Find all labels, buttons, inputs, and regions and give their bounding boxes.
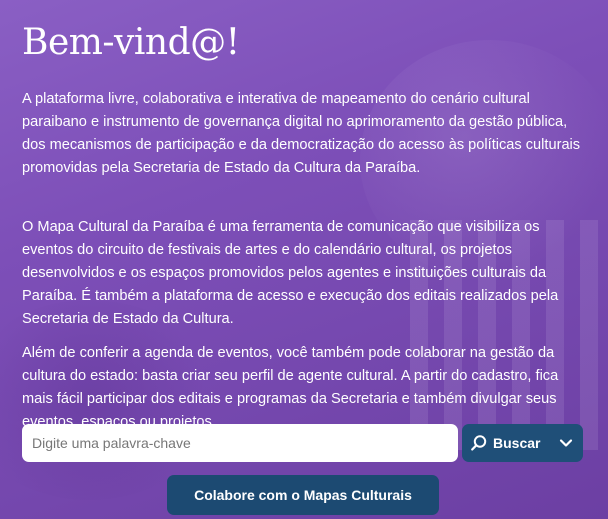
- chevron-down-icon[interactable]: [559, 436, 573, 450]
- hero-banner: Bem-vind@! A plataforma livre, colaborat…: [0, 0, 608, 519]
- search-icon: [470, 434, 488, 452]
- collaborate-button-label: Colabore com o Mapas Culturais: [194, 487, 412, 503]
- search-button-label: Buscar: [493, 435, 541, 451]
- intro-paragraph-1: A plataforma livre, colaborativa e inter…: [22, 91, 581, 176]
- page-title: Bem-vind@!: [22, 22, 240, 63]
- intro-paragraph-2: O Mapa Cultural da Paraíba é uma ferrame…: [22, 219, 559, 327]
- collaborate-button[interactable]: Colabore com o Mapas Culturais: [167, 475, 439, 515]
- intro-paragraph-3: Além de conferir a agenda de eventos, vo…: [22, 345, 559, 430]
- search-button[interactable]: Buscar: [462, 424, 583, 462]
- search-input[interactable]: [22, 424, 458, 462]
